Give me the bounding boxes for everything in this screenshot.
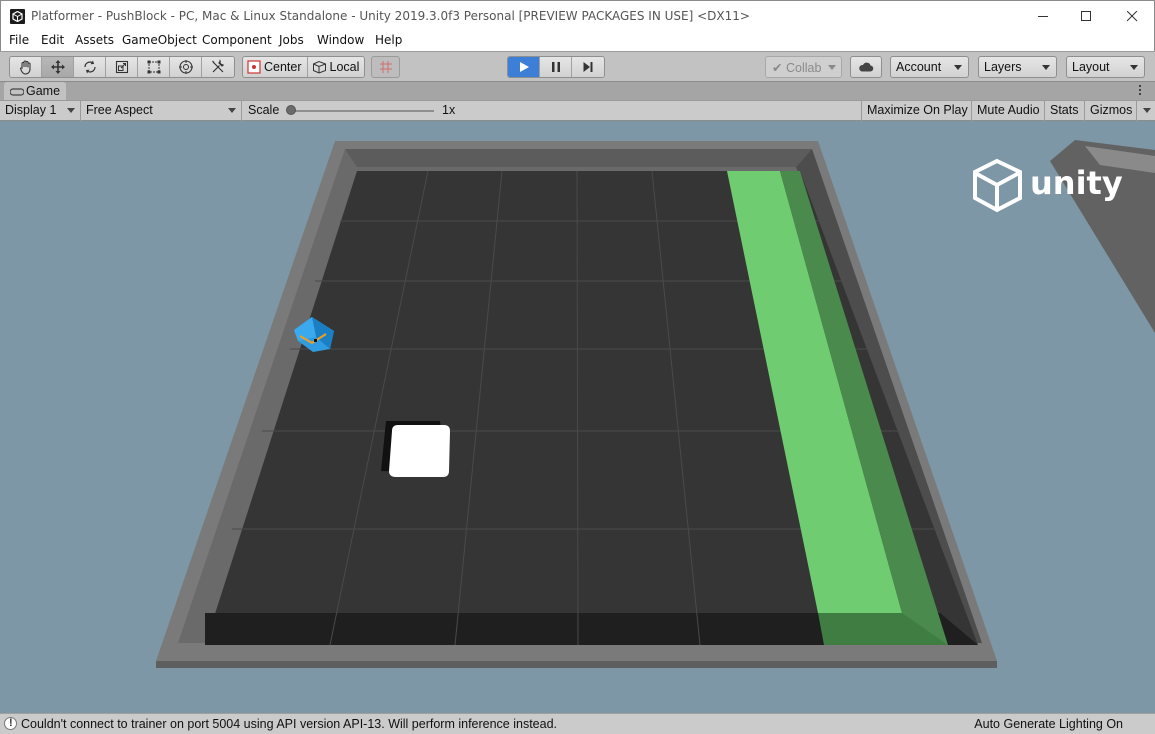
scale-tool-button[interactable] <box>106 57 138 77</box>
stats-toggle[interactable]: Stats <box>1045 101 1085 121</box>
account-dropdown[interactable]: Account <box>890 56 969 78</box>
unity-logo-icon <box>10 9 25 24</box>
maximize-icon <box>1080 11 1091 21</box>
scale-slider-thumb[interactable] <box>286 105 296 115</box>
menu-assets[interactable]: Assets <box>75 33 114 47</box>
cloud-icon <box>859 62 874 72</box>
scale-label: Scale <box>248 103 280 117</box>
pivot-center-label: Center <box>264 60 302 74</box>
tab-game-label: Game <box>26 84 61 98</box>
transform-tools <box>9 56 235 78</box>
layers-label: Layers <box>984 60 1022 74</box>
maximize-on-play-toggle[interactable]: Maximize On Play <box>861 101 972 121</box>
main-toolbar: Center Local ✔ Collab Account Layers Lay… <box>0 51 1155 81</box>
window-title: Platformer - PushBlock - PC, Mac & Linux… <box>31 9 750 23</box>
gizmos-toggle[interactable]: Gizmos <box>1085 101 1137 121</box>
pivot-controls: Center Local <box>242 56 366 78</box>
game-scene: unity <box>156 140 1155 668</box>
menu-edit[interactable]: Edit <box>41 33 64 47</box>
lighting-status[interactable]: Auto Generate Lighting On <box>974 717 1123 731</box>
pause-button[interactable] <box>540 57 572 77</box>
custom-tool-icon <box>212 59 224 73</box>
maximize-button[interactable] <box>1063 1 1109 32</box>
menu-file[interactable]: File <box>9 33 29 47</box>
close-button[interactable] <box>1109 1 1155 32</box>
game-view-toolbar: Display 1 Free Aspect Scale 1x Maximize … <box>0 100 1155 121</box>
menu-jobs[interactable]: Jobs <box>279 33 304 47</box>
rect-tool-icon <box>147 60 160 74</box>
menu-bar: File Edit Assets GameObject Component Jo… <box>0 31 1155 51</box>
hand-tool-icon <box>19 60 31 75</box>
gizmos-dropdown[interactable] <box>1137 101 1155 121</box>
arena-rim-front <box>156 661 997 668</box>
warning-icon <box>4 717 17 730</box>
local-space-icon <box>312 60 326 74</box>
layers-dropdown[interactable]: Layers <box>978 56 1057 78</box>
custom-tool-button[interactable] <box>202 57 234 77</box>
chevron-down-icon <box>828 65 836 70</box>
move-tool-button[interactable] <box>42 57 74 77</box>
move-tool-icon <box>50 60 65 74</box>
pivot-local-toggle[interactable]: Local <box>307 57 365 77</box>
mute-audio-toggle[interactable]: Mute Audio <box>972 101 1045 121</box>
cloud-services-button[interactable] <box>850 56 882 78</box>
chevron-down-icon <box>228 108 236 113</box>
menu-help[interactable]: Help <box>375 33 402 47</box>
collab-dropdown[interactable]: ✔ Collab <box>765 56 842 78</box>
pivot-center-toggle[interactable]: Center <box>243 57 308 77</box>
chevron-down-icon <box>1042 65 1050 70</box>
minimize-icon <box>1037 16 1048 17</box>
pause-icon <box>551 62 560 72</box>
account-label: Account <box>896 60 942 74</box>
status-bar: Couldn't connect to trainer on port 5004… <box>0 713 1155 734</box>
pivot-local-label: Local <box>329 60 360 74</box>
transform-tool-button[interactable] <box>170 57 202 77</box>
pivot-center-icon <box>247 60 261 74</box>
game-controller-icon <box>10 88 24 96</box>
scale-slider-track[interactable] <box>292 110 434 112</box>
close-icon <box>1126 11 1137 22</box>
arena-back-wall <box>345 149 812 167</box>
display-label: Display 1 <box>5 103 57 117</box>
push-block <box>389 425 450 477</box>
rotate-tool-button[interactable] <box>74 57 106 77</box>
step-icon <box>583 62 593 72</box>
chevron-down-icon <box>67 108 75 113</box>
layout-dropdown[interactable]: Layout <box>1066 56 1145 78</box>
title-bar: Platformer - PushBlock - PC, Mac & Linux… <box>0 0 1155 31</box>
chevron-down-icon <box>1143 108 1151 113</box>
menu-gameobject[interactable]: GameObject <box>122 33 197 47</box>
tab-game[interactable]: Game <box>4 82 66 101</box>
step-button[interactable] <box>572 57 604 77</box>
playback-controls <box>507 56 605 78</box>
rect-tool-button[interactable] <box>138 57 170 77</box>
aspect-dropdown[interactable]: Free Aspect <box>81 101 242 121</box>
play-icon <box>519 62 529 72</box>
scale-tool-icon <box>115 60 128 74</box>
check-icon: ✔ <box>772 61 783 75</box>
game-viewport[interactable]: unity <box>0 121 1155 713</box>
play-button[interactable] <box>508 57 540 77</box>
grid-snap-button[interactable] <box>371 56 400 78</box>
collab-label: Collab <box>785 61 822 75</box>
minimize-button[interactable] <box>1020 1 1066 32</box>
game-tab-strip: Game <box>0 81 1155 101</box>
transform-tool-icon <box>178 60 193 74</box>
menu-component[interactable]: Component <box>202 33 272 47</box>
display-dropdown[interactable]: Display 1 <box>0 101 81 121</box>
tab-options-icon[interactable] <box>1139 85 1142 97</box>
menu-window[interactable]: Window <box>317 33 364 47</box>
hand-tool-button[interactable] <box>10 57 42 77</box>
grid-snap-icon <box>379 61 392 73</box>
aspect-label: Free Aspect <box>86 103 153 117</box>
layout-label: Layout <box>1072 60 1110 74</box>
scale-value: 1x <box>442 103 456 117</box>
chevron-down-icon <box>1130 65 1138 70</box>
chevron-down-icon <box>954 65 962 70</box>
rotate-tool-icon <box>83 60 96 74</box>
console-message[interactable]: Couldn't connect to trainer on port 5004… <box>21 717 557 731</box>
unity-watermark-text: unity <box>1030 164 1123 202</box>
